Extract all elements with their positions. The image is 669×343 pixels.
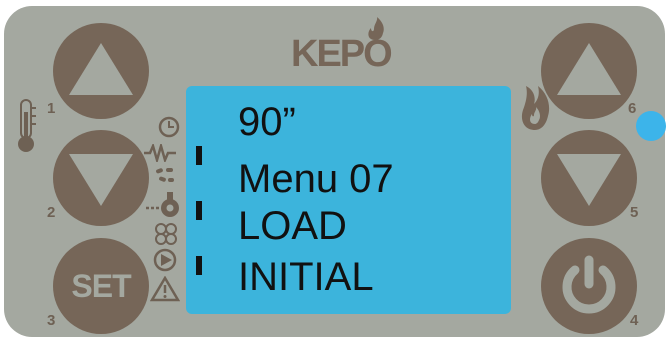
warning-icon bbox=[150, 276, 180, 302]
button-number-3: 3 bbox=[47, 312, 56, 329]
clock-icon bbox=[158, 116, 180, 138]
auger-icon bbox=[146, 192, 179, 217]
power-button-4[interactable] bbox=[541, 238, 637, 334]
triangle-up-icon bbox=[69, 43, 133, 95]
display-line-3: LOAD bbox=[238, 204, 347, 248]
pump-icon bbox=[153, 248, 177, 272]
display-marker bbox=[196, 146, 202, 165]
control-panel: KEPO 1 2 SET 3 90” Menu 07 LOAD INITIAL … bbox=[4, 6, 665, 337]
triangle-down-icon bbox=[557, 154, 621, 206]
up-button-1[interactable] bbox=[53, 23, 149, 119]
button-number-2: 2 bbox=[47, 204, 56, 221]
thermometer-icon bbox=[18, 99, 36, 152]
resistance-icon bbox=[144, 144, 176, 162]
logo-flame-icon bbox=[368, 17, 384, 40]
button-number-6: 6 bbox=[628, 100, 637, 117]
button-number-5: 5 bbox=[630, 204, 639, 221]
up-button-6[interactable] bbox=[541, 23, 637, 119]
fan-icon bbox=[155, 223, 177, 245]
set-label: SET bbox=[71, 268, 131, 304]
down-button-2[interactable] bbox=[53, 130, 149, 226]
display-marker bbox=[196, 256, 202, 275]
display-line-4: INITIAL bbox=[238, 255, 374, 299]
button-number-1: 1 bbox=[47, 100, 56, 117]
power-icon bbox=[562, 255, 616, 314]
triangle-up-icon bbox=[557, 43, 621, 95]
display-marker bbox=[196, 201, 202, 220]
display-line-1: 90” bbox=[238, 100, 296, 144]
lcd-display: 90” Menu 07 LOAD INITIAL bbox=[186, 86, 511, 314]
button-number-4: 4 bbox=[630, 312, 639, 329]
display-line-2: Menu 07 bbox=[238, 157, 394, 201]
set-button-3[interactable]: SET bbox=[53, 238, 149, 334]
pellet-icon bbox=[156, 168, 174, 182]
led-indicator bbox=[636, 111, 666, 141]
triangle-down-icon bbox=[69, 154, 133, 206]
down-button-5[interactable] bbox=[541, 130, 637, 226]
